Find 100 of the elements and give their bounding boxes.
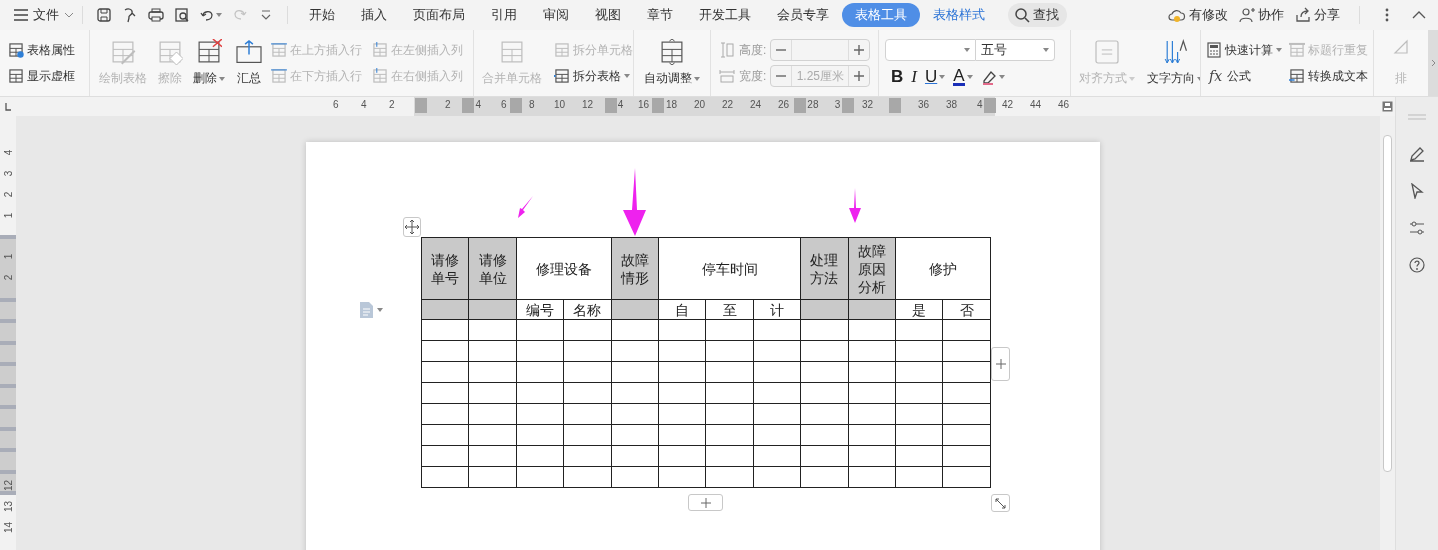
table-cell: 故障原因分析 [848, 237, 896, 300]
ruler-number: 28 [807, 99, 819, 110]
caret-icon [998, 75, 1005, 79]
font-name-dropdown[interactable] [885, 39, 976, 61]
ruler-number: 36 [918, 99, 930, 110]
ribbon-button[interactable]: 自动调整 [642, 37, 702, 89]
caret-icon [1276, 48, 1282, 52]
document-icon[interactable] [360, 302, 383, 318]
cursor-icon [1410, 183, 1424, 199]
ribbon-button[interactable]: fx 公式 [1206, 63, 1282, 89]
ruler-number: 2 [2, 190, 14, 200]
eraser-icon [157, 39, 184, 65]
ruler-number: 16 [638, 99, 650, 110]
ruler-number: 2 [389, 99, 395, 110]
redo-icon [232, 7, 248, 23]
table-cell: 停车时间 [658, 237, 801, 300]
resize-icon [995, 497, 1006, 509]
ruler-number: 6 [333, 99, 339, 110]
ribbon-button[interactable]: 转换成文本 [1289, 63, 1368, 89]
share-button[interactable]: 分享 [1295, 6, 1340, 24]
upload-box-icon [235, 39, 262, 65]
underline-button[interactable]: U [924, 67, 946, 87]
input-field[interactable] [791, 40, 850, 60]
ribbon-tab[interactable]: 页面布局 [400, 3, 478, 27]
ruler-number: 14 [2, 521, 14, 534]
ribbon-tab[interactable]: 视图 [582, 3, 634, 27]
number-spinner[interactable] [770, 39, 871, 61]
ribbon-tab[interactable]: 章节 [634, 3, 686, 27]
ribbon-tab[interactable]: 插入 [348, 3, 400, 27]
move-handle[interactable] [403, 217, 421, 237]
calculator-icon [1206, 42, 1222, 58]
table-cell: 计 [753, 299, 801, 320]
bold-button[interactable]: B [891, 67, 904, 87]
ruler-number: 38 [946, 99, 958, 110]
ribbon-button[interactable]: 汇总 [234, 37, 263, 89]
tab-stop-icon [5, 102, 11, 111]
add-row-button[interactable] [688, 494, 723, 511]
caret-icon [1129, 76, 1135, 81]
column-marker[interactable] [652, 98, 665, 113]
italic-button[interactable]: I [911, 67, 917, 87]
print-icon [148, 7, 164, 23]
page-icon [360, 302, 373, 318]
table-header-icon [1289, 42, 1305, 58]
highlighter-button[interactable] [980, 69, 1005, 85]
chevron-up-icon [1412, 11, 1426, 19]
height-icon [719, 42, 735, 58]
ribbon-button[interactable]: 拆分表格 [554, 63, 633, 89]
ruler-number: 32 [862, 99, 874, 110]
cloud-icon [1168, 7, 1186, 23]
search-icon [1014, 7, 1030, 23]
menu-icon [14, 9, 28, 21]
table-cell: 故障情形 [611, 237, 659, 300]
ruler-number: 44 [1030, 99, 1042, 110]
ribbon-tab[interactable]: 开发工具 [686, 3, 764, 27]
caret-icon [694, 76, 700, 81]
ruler-number: 12 [582, 99, 594, 110]
caret-icon [216, 13, 222, 17]
ruler-number: 3 [834, 99, 841, 110]
settings-icon[interactable] [1407, 218, 1427, 238]
ribbon-tab[interactable]: 表格样式 [920, 3, 998, 27]
field-label: 高度: [739, 41, 767, 59]
column-marker[interactable] [889, 98, 902, 113]
triangle-ruler-icon [1393, 39, 1409, 55]
insert-column-icon [371, 42, 388, 58]
help-icon[interactable] [1407, 255, 1427, 275]
font-size-dropdown[interactable]: 五号 [976, 39, 1055, 61]
ribbon-tab[interactable]: 开始 [296, 3, 348, 27]
table-cell: 自 [658, 299, 706, 320]
ribbon-button[interactable]: 表格属性 [8, 37, 81, 63]
table-icon [499, 39, 525, 65]
font-color-button[interactable]: A [953, 68, 973, 86]
resize-handle[interactable] [991, 494, 1010, 512]
highlighter-icon [980, 69, 997, 85]
ribbon-tab[interactable]: 会员专享 [764, 3, 842, 27]
search-button[interactable]: 查找 [1008, 3, 1067, 27]
column-marker[interactable] [984, 98, 997, 113]
ribbon-button[interactable]: 删除 [192, 37, 227, 89]
ribbon-tab[interactable]: 审阅 [530, 3, 582, 27]
table-cell: 修护 [895, 237, 991, 300]
column-marker[interactable] [794, 98, 807, 113]
column-marker[interactable] [415, 98, 427, 113]
plus-icon [995, 359, 1006, 369]
ruler-number: 12 [2, 479, 14, 492]
ruler-number: 18 [666, 99, 678, 110]
table-cell: 编号 [516, 299, 564, 320]
collaborate-button[interactable]: 协作 [1239, 6, 1284, 24]
ribbon-button[interactable]: 快速计算 [1206, 37, 1282, 63]
cloud-status-button[interactable]: 有修改 [1168, 6, 1228, 24]
column-marker[interactable] [462, 98, 475, 113]
chevron-right-icon [1430, 59, 1436, 67]
ruler-number: 2 [445, 99, 451, 110]
ribbon-button[interactable]: 文字方向 [1147, 37, 1200, 89]
align-icon [1094, 39, 1120, 65]
file-menu-button[interactable]: 文件 [14, 6, 74, 24]
scrollbar-thumb[interactable] [1383, 135, 1392, 472]
insert-column-icon [371, 68, 388, 84]
ribbon-tab[interactable]: 引用 [478, 3, 530, 27]
ribbon-button[interactable]: 显示虚框 [8, 63, 81, 89]
table-convert-icon [1289, 68, 1305, 84]
add-column-button[interactable] [991, 347, 1010, 381]
